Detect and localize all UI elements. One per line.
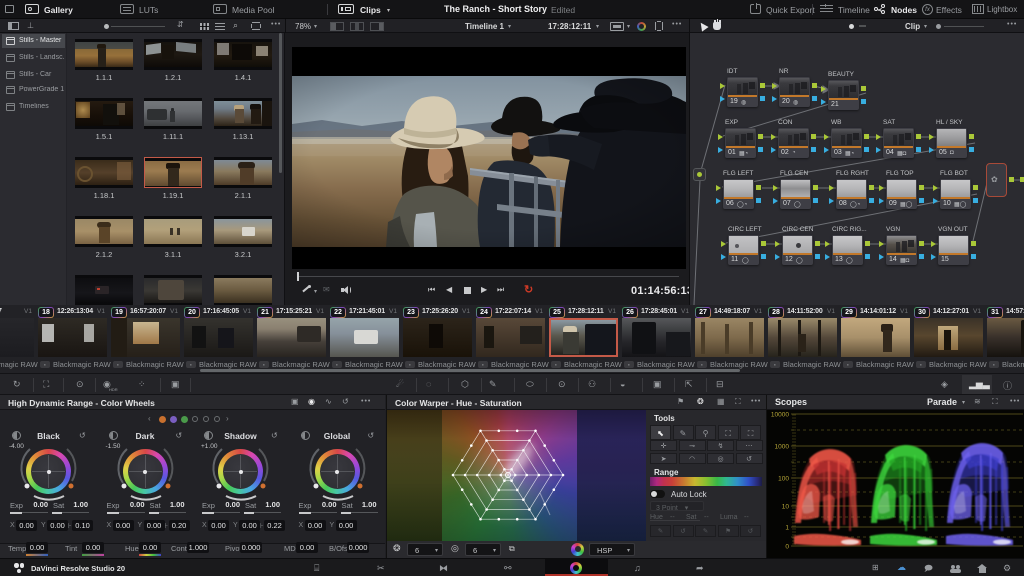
svg-text:100: 100 [778, 476, 789, 483]
svg-text:1: 1 [785, 525, 789, 532]
svg-text:10: 10 [782, 504, 790, 511]
svg-text:1000: 1000 [775, 444, 790, 451]
svg-text:0: 0 [785, 544, 789, 551]
svg-text:10000: 10000 [771, 412, 789, 419]
